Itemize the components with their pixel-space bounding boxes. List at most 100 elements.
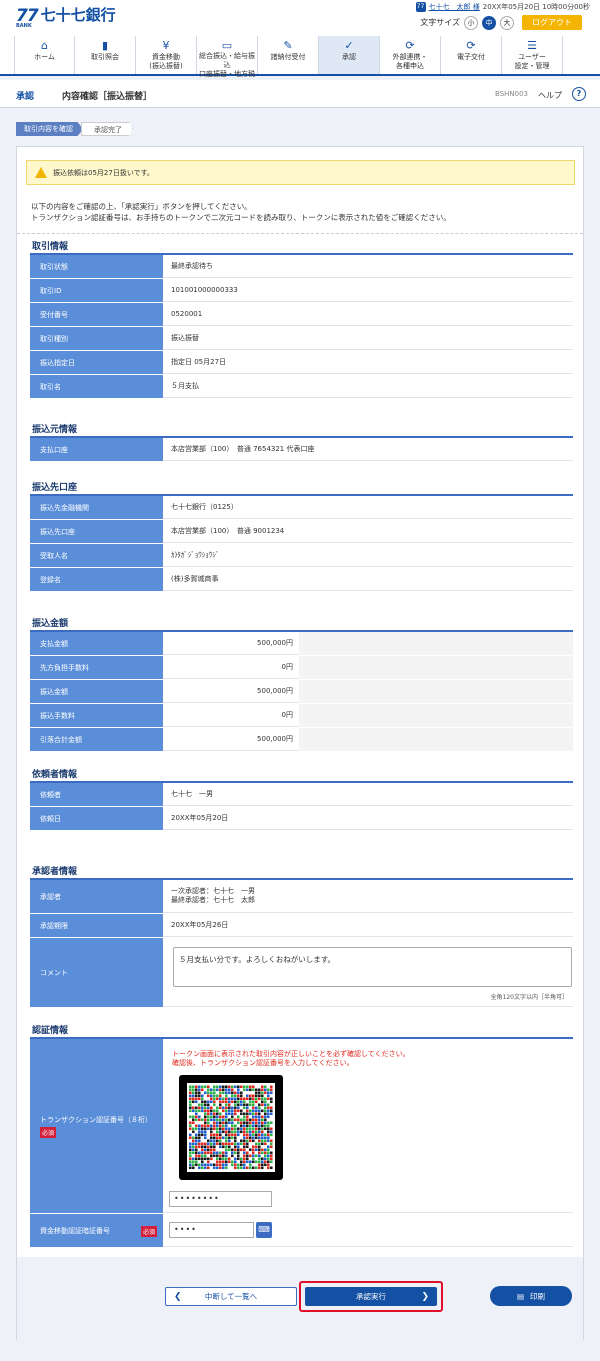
print-label: 印刷 bbox=[530, 1291, 546, 1301]
field-label: 振込先口座 bbox=[30, 520, 163, 543]
field-label: 支払金額 bbox=[30, 632, 163, 655]
required-badge: 必須 bbox=[40, 1126, 57, 1138]
field-value: (株)多賀城商事 bbox=[163, 568, 573, 591]
blank-cell bbox=[299, 680, 573, 703]
token-notice-line: 確認後、トランザクション認証番号を入力してください。 bbox=[172, 1059, 354, 1067]
user-icon: 77 bbox=[415, 2, 426, 12]
detail-row: 振込指定日 指定日 05月27日 bbox=[30, 351, 573, 375]
detail-row: 依頼者 七十七 一男 bbox=[30, 783, 573, 807]
transaction-number-input[interactable]: •••••••• bbox=[169, 1191, 272, 1207]
qr-pattern bbox=[187, 1083, 275, 1172]
detail-row: 支払口座 本店営業部（100） 普通 7654321 代表口座 bbox=[30, 438, 573, 462]
section-title-irai: 依頼者情報 bbox=[32, 770, 78, 780]
detail-row: 取引名 ５月支払 bbox=[30, 375, 573, 399]
user-name[interactable]: 七十七 太郎 様 bbox=[429, 2, 480, 12]
field-value: ５月支払 bbox=[163, 375, 573, 398]
back-label: 中断して一覧へ bbox=[204, 1292, 258, 1301]
detail-row: 取引状態 最終承認待ち bbox=[30, 255, 573, 279]
screen-code: BSHN003 bbox=[495, 90, 528, 98]
field-value: 最終承認待ち bbox=[163, 255, 573, 278]
payment-icon: ✎ bbox=[283, 39, 293, 52]
blank-cell bbox=[299, 656, 573, 679]
approver-final: 最終承認者：七十七 太郎 bbox=[171, 896, 255, 904]
font-size-medium-button[interactable]: 中 bbox=[482, 15, 496, 30]
nav-label: ホーム bbox=[34, 53, 55, 61]
intro-line: トランザクション認証番号は、お手持ちのトークンで二次元コードを読み取り、トークン… bbox=[31, 213, 451, 222]
password-input[interactable]: •••• bbox=[169, 1222, 254, 1238]
step-indicator: 取引内容を確認 承認完了 bbox=[16, 122, 133, 136]
nav-item[interactable]: ▮ 取引照会 bbox=[75, 36, 136, 74]
bank-logo[interactable]: 77 BANK 七十七銀行 bbox=[16, 6, 116, 29]
field-value: 七十七 一男 bbox=[163, 783, 573, 806]
section-title-moto: 振込元情報 bbox=[32, 425, 78, 435]
field-label: 依頼者 bbox=[30, 783, 163, 806]
nav-item[interactable]: ⟳ 電子交付 bbox=[441, 36, 502, 74]
digital-icon: ⟳ bbox=[466, 39, 476, 52]
logout-button[interactable]: ログアウト bbox=[522, 15, 582, 30]
card-icon: ▭ bbox=[221, 39, 233, 52]
nav-item[interactable]: ⟳ 外部連携・ 各種申込 bbox=[380, 36, 441, 74]
field-label: 取引名 bbox=[30, 375, 163, 398]
nav-item[interactable]: ✎ 諸納付受付 bbox=[258, 36, 319, 74]
field-value: 本店営業部（100） 普通 7654321 代表口座 bbox=[163, 438, 573, 461]
title-bar: 承認 内容確認［振込振替］ BSHN003 ヘルプ ? bbox=[0, 80, 600, 108]
font-size-small-button[interactable]: 小 bbox=[464, 15, 478, 30]
detail-row: 取引種別 振込振替 bbox=[30, 327, 573, 351]
section-name: 承認 bbox=[16, 92, 35, 102]
detail-row: 振込金額 500,000円 bbox=[30, 680, 573, 704]
token-notice: トークン画面に表示された取引内容が正しいことを必ず確認してください。 確認後、ト… bbox=[172, 1050, 410, 1068]
field-value: 20XX年05月26日 bbox=[163, 914, 573, 937]
field-label: 引落合計金額 bbox=[30, 728, 163, 751]
font-size-switcher: 文字サイズ 小 中 大 ログアウト bbox=[420, 15, 582, 30]
field-value: 0520001 bbox=[163, 303, 573, 326]
header: 77 BANK 七十七銀行 77 七十七 太郎 様 20XX年05月20日 10… bbox=[0, 0, 600, 36]
nav-item[interactable]: ▭ 総合振込・給与振込 口座振替・地方税 bbox=[197, 36, 258, 78]
help-icon[interactable]: ? bbox=[572, 87, 586, 101]
detail-row: 先方負担手数料 0円 bbox=[30, 656, 573, 680]
detail-row: 受付番号 0520001 bbox=[30, 303, 573, 327]
field-label: 登録名 bbox=[30, 568, 163, 591]
pw-label-cell: 資金移動認証暗証番号 必須 bbox=[30, 1214, 163, 1247]
section-title-torihiki: 取引情報 bbox=[32, 242, 69, 252]
nav-item[interactable]: ⌂ ホーム bbox=[14, 36, 75, 74]
font-size-large-button[interactable]: 大 bbox=[500, 15, 514, 30]
detail-row: 振込手数料 0円 bbox=[30, 704, 573, 728]
page-title: 内容確認［振込振替］ bbox=[62, 92, 153, 102]
field-label: 取引ID bbox=[30, 279, 163, 302]
nav-label: 諸納付受付 bbox=[270, 53, 306, 61]
section-title-kingaku: 振込金額 bbox=[32, 619, 69, 629]
nav-item[interactable]: ¥ 資金移動 (振込振替) bbox=[136, 36, 197, 74]
keyboard-icon[interactable]: ⌨ bbox=[256, 1222, 272, 1238]
execute-approval-button[interactable]: 承認実行 ❯ bbox=[305, 1287, 437, 1306]
document-icon: ▮ bbox=[101, 39, 109, 52]
logo-mark: 77 bbox=[16, 6, 39, 26]
field-label: 振込金額 bbox=[30, 680, 163, 703]
back-to-list-button[interactable]: ❮ 中断して一覧へ bbox=[165, 1287, 297, 1306]
print-button[interactable]: ▤ 印刷 bbox=[490, 1286, 572, 1306]
nav-label: ユーザー 設定・管理 bbox=[514, 53, 550, 70]
logo-bank: BANK bbox=[16, 23, 32, 29]
printer-icon: ▤ bbox=[516, 1291, 525, 1301]
detail-row: 引落合計金額 500,000円 bbox=[30, 728, 573, 752]
nav-item[interactable]: ✓ 承認 bbox=[319, 36, 380, 74]
approver-value: 一次承認者：七十七 一男 最終承認者：七十七 太郎 bbox=[163, 880, 573, 913]
home-icon: ⌂ bbox=[41, 39, 48, 52]
field-label: 取引状態 bbox=[30, 255, 163, 278]
chevron-left-icon: ❮ bbox=[174, 1291, 182, 1302]
divider bbox=[17, 233, 583, 234]
comment-textarea[interactable]: ５月支払い分です。よろしくおねがいします。 bbox=[173, 947, 572, 987]
link-icon: ⟳ bbox=[405, 39, 415, 52]
field-label: 支払口座 bbox=[30, 438, 163, 461]
detail-row: 振込先口座 本店営業部（100） 普通 9001234 bbox=[30, 520, 573, 544]
alert-text: 振込依頼は05月27日扱いです。 bbox=[53, 168, 154, 177]
comment-hint: 全角120文字以内［半角可］ bbox=[490, 994, 568, 1001]
section-title-shonin: 承認者情報 bbox=[32, 867, 78, 877]
required-badge: 必須 bbox=[140, 1226, 157, 1237]
content-card: 振込依頼は05月27日扱いです。 以下の内容をご確認の上、「承認実行」ボタンを押… bbox=[16, 146, 584, 1340]
field-value: 500,000円 bbox=[163, 680, 299, 703]
detail-row: 振込先金融機関 七十七銀行（0125） bbox=[30, 496, 573, 520]
nav-item[interactable]: ☰ ユーザー 設定・管理 bbox=[502, 36, 563, 74]
detail-row: 支払金額 500,000円 bbox=[30, 632, 573, 656]
qr-code bbox=[179, 1075, 283, 1180]
help-link[interactable]: ヘルプ bbox=[538, 90, 562, 101]
